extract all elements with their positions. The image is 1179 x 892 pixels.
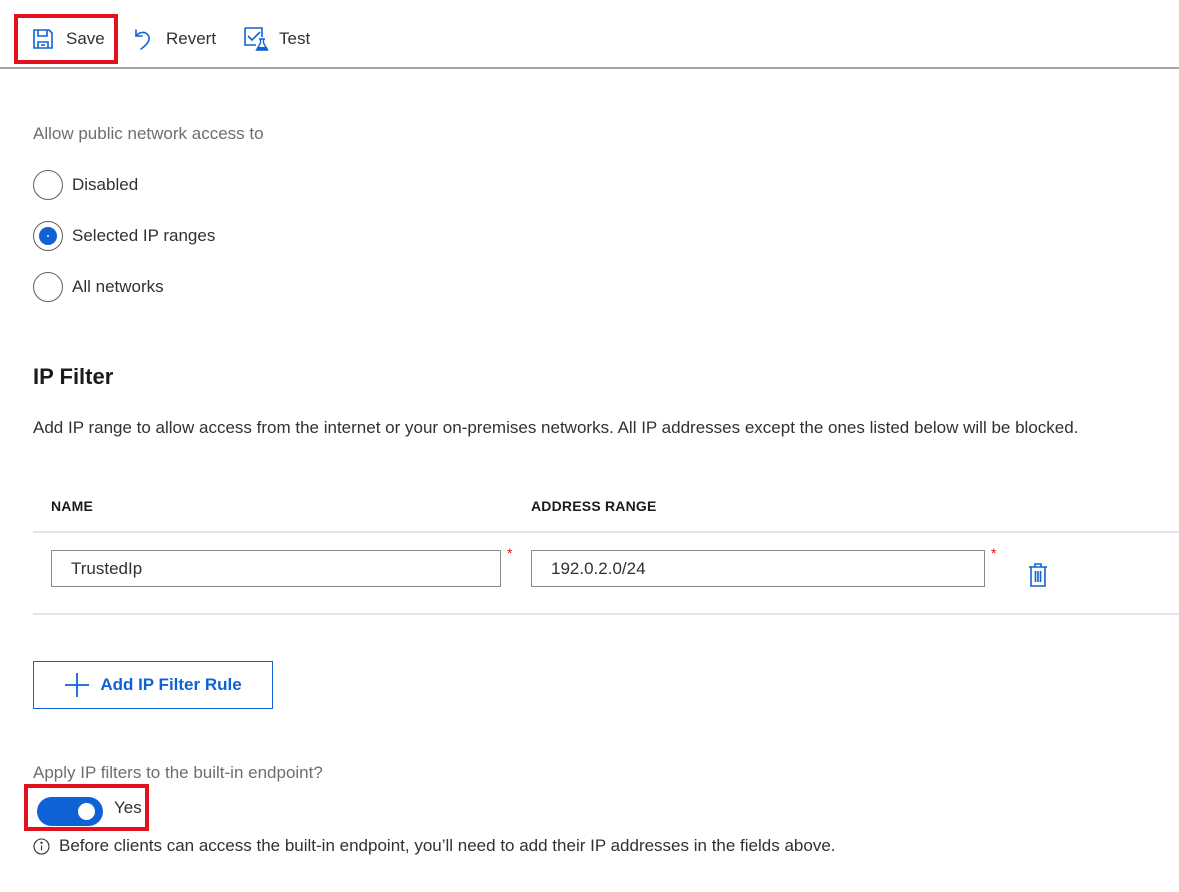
section-description: Add IP range to allow access from the in… (33, 418, 1079, 437)
radio-all-networks[interactable]: All networks (33, 272, 164, 302)
checklist-flask-icon (243, 26, 269, 52)
radio-dot (39, 227, 57, 245)
networking-settings-page: Save Revert Test Allow public network ac… (0, 0, 1179, 892)
test-label: Test (279, 29, 311, 48)
add-ip-filter-rule-button[interactable]: Add IP Filter Rule (33, 661, 273, 709)
required-marker: * (991, 545, 997, 561)
column-header-name: NAME (51, 498, 94, 514)
revert-label: Revert (166, 29, 217, 48)
save-button[interactable]: Save (14, 14, 118, 64)
radio-label: Disabled (72, 175, 139, 194)
radio-circle-checked[interactable] (33, 221, 63, 251)
info-text: Before clients can access the built-in e… (59, 836, 836, 855)
info-message: Before clients can access the built-in e… (33, 836, 836, 856)
save-label: Save (66, 29, 105, 48)
toggle-label: Yes (114, 798, 142, 817)
add-rule-label: Add IP Filter Rule (100, 675, 242, 694)
trash-icon (1029, 563, 1047, 587)
table-row-divider (33, 613, 1179, 615)
command-toolbar: Save Revert Test (0, 0, 1179, 69)
radio-label: Selected IP ranges (72, 226, 216, 245)
section-title: IP Filter (33, 364, 114, 389)
toggle-knob (78, 803, 95, 820)
revert-button[interactable]: Revert (130, 14, 216, 64)
radio-label: All networks (72, 277, 164, 296)
radio-circle[interactable] (33, 272, 63, 302)
delete-rule-button[interactable] (1027, 562, 1049, 588)
column-header-address-range: ADDRESS RANGE (531, 498, 657, 514)
public-access-label: Allow public network access to (33, 124, 264, 143)
undo-arrow-icon (130, 26, 156, 52)
table-header-divider (33, 531, 1179, 533)
apply-ip-filter-toggle[interactable] (37, 797, 103, 826)
floppy-disk-icon (30, 26, 56, 52)
builtin-endpoint-question: Apply IP filters to the built-in endpoin… (33, 763, 323, 782)
radio-circle[interactable] (33, 170, 63, 200)
toggle-highlight: Yes (24, 784, 149, 831)
address-range-input[interactable] (531, 550, 985, 587)
test-button[interactable]: Test (243, 14, 310, 64)
required-marker: * (507, 545, 513, 561)
info-icon (33, 837, 50, 855)
radio-disabled[interactable]: Disabled (33, 170, 138, 200)
radio-selected-ip-ranges[interactable]: Selected IP ranges (33, 221, 215, 251)
plus-icon (65, 673, 90, 697)
rule-name-input[interactable] (51, 550, 501, 587)
